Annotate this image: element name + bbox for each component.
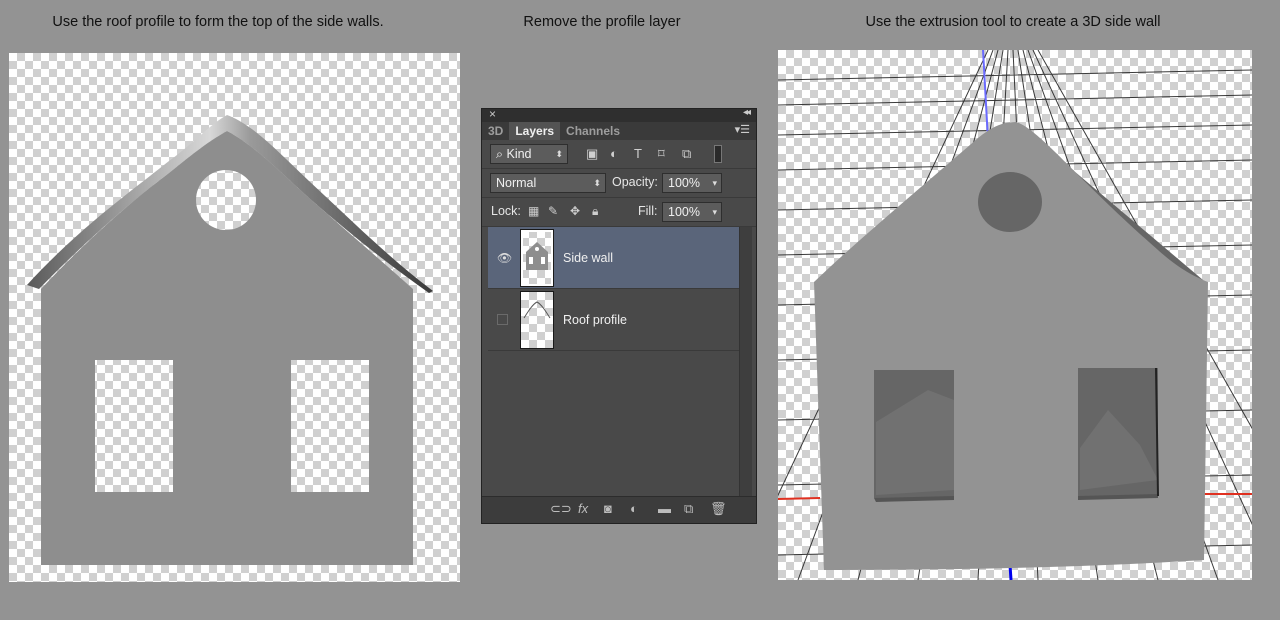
opacity-field[interactable]: 100% ▾ [662, 173, 722, 193]
adjustment-filter-icon[interactable]: ◐ [610, 146, 618, 161]
chevron-updown-icon: ⬍ [555, 149, 563, 159]
layer-name-side-wall: Side wall [563, 251, 614, 265]
side-wall-shape [41, 131, 413, 565]
smart-object-filter-icon[interactable]: ⧉ [682, 146, 691, 162]
filter-kind-dropdown[interactable]: ⌕ Kind ⬍ [490, 144, 568, 164]
layer-name-roof-profile: Roof profile [563, 313, 627, 327]
caption-right: Use the extrusion tool to create a 3D si… [865, 14, 1161, 30]
layers-scrollbar[interactable] [739, 227, 752, 497]
image-filter-icon[interactable]: ▣ [586, 146, 598, 162]
axis-blue [982, 50, 989, 141]
filter-kind-label: Kind [506, 147, 532, 161]
opacity-value: 100% [668, 176, 700, 190]
tab-layers[interactable]: Layers [509, 122, 561, 140]
opacity-label: Opacity: [612, 175, 658, 189]
filter-row: ⌕ Kind ⬍ ▣ ◐ T ⌑ ⧉ [482, 140, 756, 169]
layers-panel: × ◂◂ 3D Layers Channels ▾☰ ⌕ Kind ⬍ ▣ ◐ … [481, 107, 757, 524]
blend-row: Normal ⬍ Opacity: 100% ▾ [482, 169, 756, 198]
panel-title-bar: × ◂◂ [482, 107, 756, 122]
layer-thumbnail-side-wall [520, 229, 554, 287]
lock-transparent-icon[interactable]: ▦ [528, 204, 539, 218]
visibility-toggle-empty[interactable] [497, 314, 508, 325]
fx-icon[interactable]: fx [578, 501, 588, 516]
layers-bottom-toolbar: ⊂⊃ fx ◙ ◐ ▬ ⧉ 🗑︎ [482, 496, 756, 523]
new-layer-icon[interactable]: ⧉ [684, 501, 693, 517]
lock-all-icon[interactable]: 🔒︎ [592, 204, 598, 219]
fill-field[interactable]: 100% ▾ [662, 202, 722, 222]
right-canvas [778, 50, 1252, 580]
tab-channels[interactable]: Channels [560, 122, 626, 140]
lock-position-icon[interactable]: ✥ [570, 204, 580, 218]
layer-thumbnail-roof-profile [520, 291, 554, 349]
left-canvas [9, 53, 460, 582]
caption-middle: Remove the profile layer [523, 14, 681, 30]
layer-row-side-wall[interactable]: 👁︎ Side wall [488, 227, 740, 289]
link-icon[interactable]: ⊂⊃ [550, 501, 572, 517]
chevron-updown-icon: ⬍ [593, 178, 601, 188]
panel-tabs: 3D Layers Channels ▾☰ [482, 122, 756, 140]
type-filter-icon[interactable]: T [634, 146, 642, 161]
mask-icon[interactable]: ◙ [604, 501, 612, 516]
lock-image-brush-icon[interactable]: ✎ [548, 204, 558, 218]
lock-label: Lock: [491, 204, 521, 218]
close-icon[interactable]: × [489, 107, 496, 121]
fill-label: Fill: [638, 204, 658, 218]
blend-mode-value: Normal [496, 176, 537, 190]
chevron-down-icon[interactable]: ▾ [712, 203, 717, 221]
collapse-icon[interactable]: ◂◂ [743, 107, 751, 118]
eye-icon[interactable]: 👁︎ [497, 251, 512, 265]
filter-toggle-switch[interactable] [714, 145, 722, 163]
tab-3d[interactable]: 3D [482, 122, 509, 140]
lock-row: Lock: ▦ ✎ ✥ 🔒︎ Fill: 100% ▾ [482, 198, 756, 227]
adjustment-layer-icon[interactable]: ◐ [630, 501, 638, 516]
caption-left: Use the roof profile to form the top of … [52, 14, 384, 30]
search-icon: ⌕ [496, 147, 507, 161]
panel-menu-icon[interactable]: ▾☰ [735, 123, 750, 136]
layer-row-roof-profile[interactable]: Roof profile [488, 289, 740, 351]
folder-icon[interactable]: ▬ [658, 501, 671, 516]
axis-red-left [778, 497, 821, 500]
trash-icon[interactable]: 🗑︎ [710, 501, 727, 517]
wall-3d-shape [814, 122, 1208, 570]
shape-filter-icon[interactable]: ⌑ [658, 146, 665, 162]
chevron-down-icon[interactable]: ▾ [712, 174, 717, 192]
blend-mode-dropdown[interactable]: Normal ⬍ [490, 173, 606, 193]
fill-value: 100% [668, 205, 700, 219]
